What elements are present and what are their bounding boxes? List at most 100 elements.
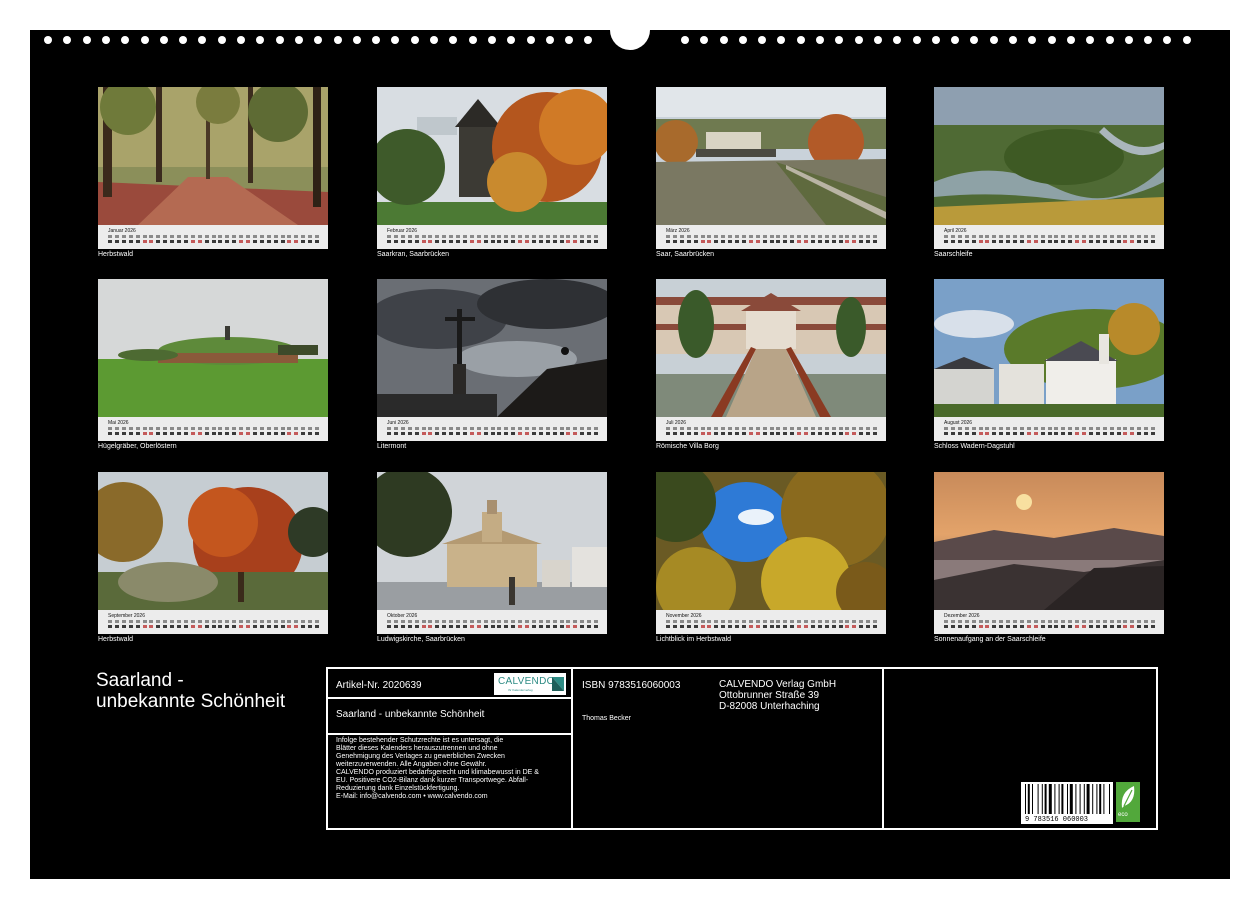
weekday-cell — [873, 427, 877, 430]
date-cell — [1137, 240, 1142, 243]
date-cell — [414, 625, 419, 628]
binding-hole — [526, 36, 535, 44]
calendar-strip: November 2026 — [656, 610, 886, 634]
date-cell — [462, 240, 467, 243]
date-cell — [1116, 625, 1121, 628]
date-cell — [594, 625, 598, 628]
binding-hole — [430, 36, 438, 44]
weekday-cell — [393, 235, 398, 238]
date-cell — [442, 432, 447, 435]
weekday-cell — [149, 620, 154, 623]
barcode-bar — [1048, 784, 1052, 814]
date-cell — [1095, 625, 1100, 628]
date-cell — [790, 240, 795, 243]
date-cell — [693, 432, 698, 435]
date-row — [108, 625, 322, 629]
weekday-row — [944, 620, 1158, 624]
weekday-cell — [490, 235, 495, 238]
date-cell — [735, 240, 739, 243]
date-cell — [490, 432, 495, 435]
date-cell — [741, 240, 746, 243]
date-cell — [964, 432, 969, 435]
date-cell — [1102, 625, 1107, 628]
date-cell — [301, 625, 306, 628]
address-line: CALVENDO Verlag GmbH — [719, 679, 837, 690]
weekday-row — [108, 620, 322, 624]
weekday-cell — [666, 620, 670, 623]
weekday-cell — [714, 620, 719, 623]
date-cell — [1068, 240, 1073, 243]
date-cell — [1088, 240, 1093, 243]
weekday-cell — [497, 620, 502, 623]
weekday-cell — [449, 620, 454, 623]
weekday-cell — [1054, 235, 1059, 238]
weekday-cell — [707, 620, 712, 623]
binding-hole — [391, 36, 400, 44]
weekday-cell — [294, 235, 299, 238]
binding-hole — [449, 36, 458, 44]
binding-hole — [198, 36, 207, 44]
date-cell — [978, 432, 983, 435]
date-cell — [232, 432, 237, 435]
date-cell — [246, 625, 250, 628]
date-cell — [449, 625, 454, 628]
weekday-cell — [748, 620, 753, 623]
binding-hole — [1105, 36, 1114, 44]
weekday-cell — [1144, 620, 1149, 623]
weekday-cell — [666, 235, 670, 238]
date-cell — [686, 432, 691, 435]
photo-caption: Lichtblick im Herbstwald — [656, 636, 732, 643]
barcode-bars — [1025, 784, 1110, 814]
legal-line: weiterzuverwenden. Alle Angaben ohne Gew… — [336, 761, 487, 768]
date-cell — [393, 625, 398, 628]
calendar-title: Saarland - unbekannte Schönheit — [96, 670, 285, 712]
binding-hole — [777, 36, 786, 44]
date-cell — [985, 432, 990, 435]
binding-hole — [758, 36, 767, 44]
weekday-cell — [1123, 427, 1128, 430]
weekday-cell — [287, 620, 292, 623]
legal-line: CALVENDO produziert bedarfsgerecht und k… — [336, 769, 539, 776]
date-row — [387, 625, 601, 629]
weekday-cell — [580, 620, 585, 623]
weekday-cell — [280, 620, 285, 623]
date-cell — [518, 432, 523, 435]
date-cell — [707, 432, 712, 435]
weekday-cell — [978, 235, 983, 238]
weekday-row — [108, 427, 322, 431]
weekday-cell — [400, 235, 405, 238]
weekday-cell — [400, 620, 405, 623]
weekday-cell — [755, 235, 760, 238]
weekday-cell — [156, 620, 161, 623]
date-cell — [128, 432, 133, 435]
weekday-cell — [824, 235, 829, 238]
weekday-cell — [121, 620, 126, 623]
weekday-cell — [831, 427, 836, 430]
date-cell — [707, 240, 712, 243]
date-cell — [462, 625, 467, 628]
date-cell — [755, 625, 760, 628]
date-cell — [407, 625, 412, 628]
date-cell — [735, 625, 739, 628]
date-cell — [1144, 240, 1149, 243]
date-cell — [476, 432, 481, 435]
weekday-cell — [531, 235, 536, 238]
weekday-cell — [1088, 427, 1093, 430]
weekday-cell — [301, 427, 306, 430]
weekday-cell — [804, 427, 808, 430]
date-cell — [580, 625, 585, 628]
weekday-cell — [1054, 620, 1059, 623]
weekday-cell — [239, 235, 244, 238]
date-cell — [114, 432, 119, 435]
month-label: Juli 2026 — [666, 420, 687, 426]
weekday-cell — [552, 235, 557, 238]
date-cell — [1040, 432, 1045, 435]
date-cell — [866, 240, 871, 243]
weekday-cell — [190, 427, 195, 430]
weekday-cell — [1047, 620, 1052, 623]
date-cell — [672, 625, 677, 628]
binding-hole — [507, 36, 516, 44]
weekday-cell — [428, 427, 433, 430]
weekday-cell — [700, 427, 705, 430]
weekday-cell — [1102, 235, 1107, 238]
